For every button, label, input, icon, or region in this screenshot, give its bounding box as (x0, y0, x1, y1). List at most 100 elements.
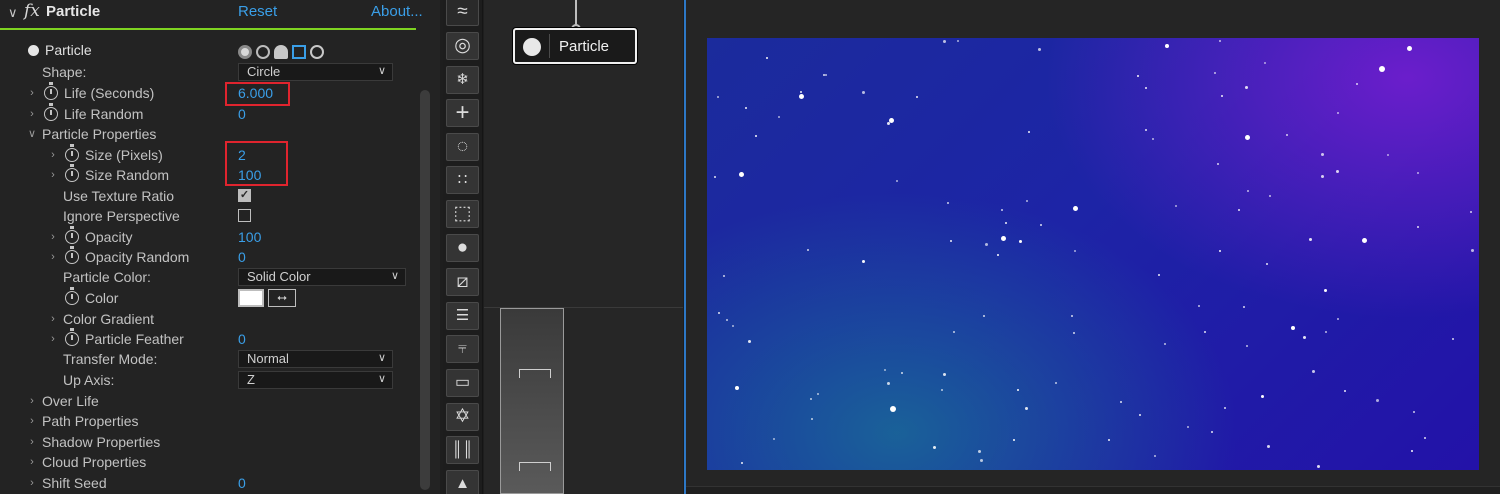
transfer-mode-dropdown[interactable]: Normal ∨ (238, 350, 393, 368)
particle-sprite-icon[interactable] (238, 45, 252, 60)
frame-icon[interactable] (292, 45, 306, 60)
twirl-right-icon[interactable]: › (26, 432, 38, 452)
stopwatch-icon[interactable] (65, 287, 79, 305)
ignore-perspective-checkbox[interactable] (238, 209, 251, 222)
star-particle (1452, 338, 1454, 340)
over-life-row[interactable]: › Over Life (0, 391, 416, 411)
sphere-icon[interactable]: ● (446, 234, 479, 262)
star-particle (947, 202, 949, 204)
twirl-right-icon[interactable]: › (26, 83, 38, 103)
gradient-marker[interactable] (519, 462, 551, 471)
reset-link[interactable]: Reset (238, 3, 277, 20)
star-of-david-icon[interactable]: ✡ (446, 403, 479, 431)
eyedropper-icon[interactable]: ⭤ (268, 289, 296, 307)
use-texture-ratio-checkbox[interactable]: ✓ (238, 189, 251, 202)
twirl-right-icon[interactable]: › (26, 104, 38, 124)
color-swatch[interactable] (238, 289, 264, 307)
dome-icon[interactable] (274, 45, 288, 60)
comb-icon[interactable]: ⫧ (446, 335, 479, 363)
rounded-rect-icon[interactable]: ▭ (446, 369, 479, 397)
panel-list-icon[interactable]: ☰ (446, 302, 479, 330)
shadow-properties-row[interactable]: › Shadow Properties (0, 432, 416, 452)
particle-color-dropdown[interactable]: Solid Color ∨ (238, 268, 406, 286)
star-particle (887, 382, 890, 385)
particle-node[interactable]: Particle (513, 28, 637, 64)
twirl-right-icon[interactable]: › (26, 452, 38, 472)
panel-scrollbar[interactable] (420, 90, 430, 490)
twirl-right-icon[interactable]: › (47, 165, 59, 185)
opacity-value[interactable]: 100 (238, 227, 261, 247)
star-particle (1413, 411, 1415, 413)
star-particle (1145, 129, 1147, 131)
circle-outline-icon[interactable] (256, 45, 270, 60)
particle-properties-row[interactable]: ∨ Particle Properties (0, 124, 416, 144)
twirl-right-icon[interactable]: › (47, 227, 59, 247)
about-link[interactable]: About... (371, 3, 423, 20)
star-particle (943, 40, 946, 43)
cloud-properties-row[interactable]: › Cloud Properties (0, 452, 416, 472)
particle-feather-value[interactable]: 0 (238, 329, 246, 349)
star-particle (1074, 250, 1076, 252)
opacity-random-value[interactable]: 0 (238, 247, 246, 267)
stopwatch-icon[interactable] (65, 226, 79, 244)
twirl-right-icon[interactable]: › (26, 473, 38, 493)
color-gradient-row[interactable]: › Color Gradient (0, 309, 416, 329)
star-particle (1324, 289, 1327, 292)
twirl-right-icon[interactable]: › (26, 411, 38, 431)
star-particle (997, 254, 999, 256)
star-particle (1247, 190, 1249, 192)
dotted-circle-icon[interactable]: ◌ (446, 133, 479, 161)
star-particle (1017, 389, 1019, 391)
shift-seed-value[interactable]: 0 (238, 473, 246, 493)
star-particle (1120, 401, 1122, 403)
stopwatch-icon[interactable] (65, 164, 79, 182)
star-particle (1407, 46, 1412, 51)
gradient-ramp[interactable] (500, 308, 564, 494)
render-canvas[interactable] (707, 38, 1479, 470)
gradient-marker[interactable] (519, 369, 551, 378)
star-particle (1204, 331, 1206, 333)
target-icon[interactable] (310, 45, 324, 60)
star-particle (718, 312, 720, 314)
effect-twirl-icon[interactable]: ∨ (8, 5, 18, 21)
four-circles-icon[interactable]: ∷ (446, 166, 479, 194)
barcode-icon[interactable]: ║║ (446, 436, 479, 464)
stopwatch-icon[interactable] (44, 82, 58, 100)
twirl-right-icon[interactable]: › (47, 145, 59, 165)
stopwatch-icon[interactable] (65, 328, 79, 346)
plus-icon[interactable]: + (446, 99, 479, 127)
fx-icon[interactable]: fx (24, 1, 40, 21)
life-random-value[interactable]: 0 (238, 104, 246, 124)
twirl-right-icon[interactable]: › (47, 247, 59, 267)
over-life-label: Over Life (42, 393, 99, 409)
twirl-right-icon[interactable]: › (47, 309, 59, 329)
chevron-down-icon: ∨ (390, 270, 399, 282)
star-particle (950, 240, 952, 242)
up-axis-dropdown[interactable]: Z ∨ (238, 371, 393, 389)
star-particle (1165, 44, 1169, 48)
twirl-right-icon[interactable]: › (47, 329, 59, 349)
star-particle (800, 91, 802, 93)
particle-color-value: Solid Color (247, 269, 311, 284)
stopwatch-icon[interactable] (44, 103, 58, 121)
stopwatch-icon[interactable] (65, 144, 79, 162)
snowflake-grid-icon[interactable]: ❄ (446, 66, 479, 94)
cube-icon[interactable]: ⬚ (446, 200, 479, 228)
waves-icon[interactable]: ≈ (446, 0, 479, 26)
tool-strip: ≈ ◎ ❄ + ◌ ∷ ⬚ ● ⧄ ☰ ⫧ ▭ ✡ ║║ ▲ (443, 0, 483, 494)
path-properties-row[interactable]: › Path Properties (0, 411, 416, 431)
cone-icon[interactable]: ▲ (446, 470, 479, 494)
twirl-right-icon[interactable]: › (26, 391, 38, 411)
rings-icon[interactable]: ◎ (446, 32, 479, 60)
star-particle (896, 180, 898, 182)
star-particle (1387, 154, 1389, 156)
star-particle (799, 94, 804, 99)
stopwatch-icon[interactable] (65, 246, 79, 264)
twirl-down-icon[interactable]: ∨ (26, 124, 38, 144)
size-label: Size (Pixels) (85, 147, 163, 163)
star-particle (1040, 224, 1042, 226)
shape-dropdown[interactable]: Circle ∨ (238, 63, 393, 81)
cloud-properties-label: Cloud Properties (42, 454, 147, 470)
color-label: Color (85, 290, 119, 306)
hatched-square-icon[interactable]: ⧄ (446, 268, 479, 296)
